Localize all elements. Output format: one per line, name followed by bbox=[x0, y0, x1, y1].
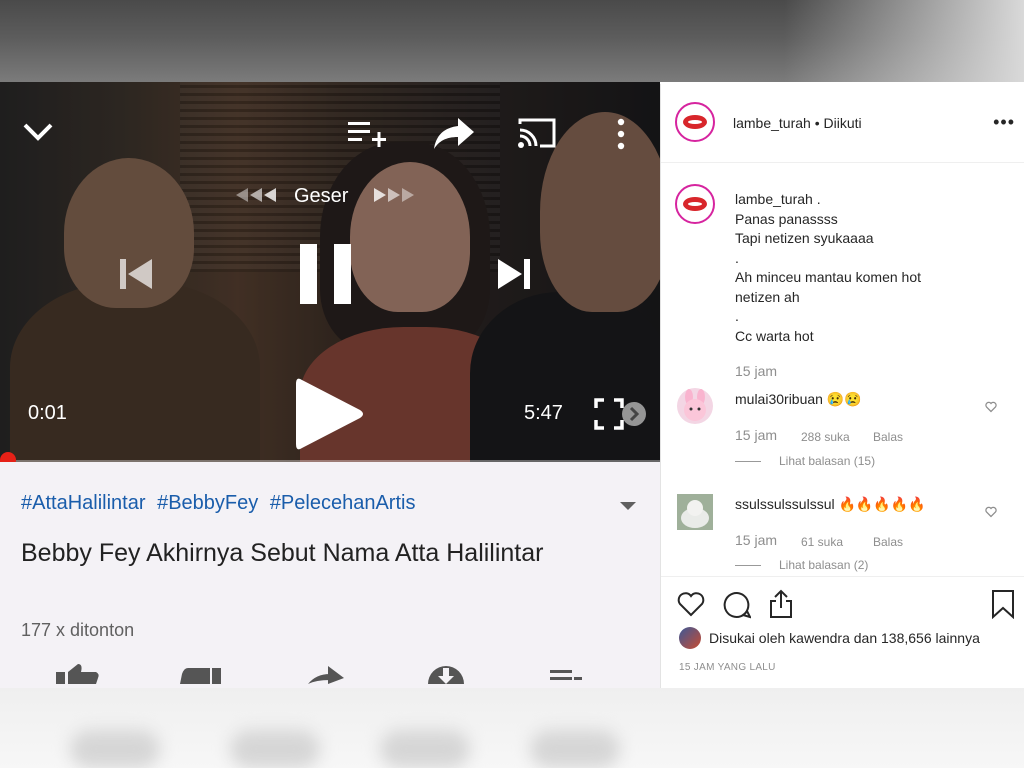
view-replies-button[interactable]: Lihat balasan (15) bbox=[779, 454, 875, 468]
replies-divider bbox=[735, 565, 761, 566]
swipe-hint-label: Geser bbox=[294, 185, 349, 207]
header-separator: • bbox=[810, 115, 824, 131]
avatar[interactable] bbox=[675, 184, 715, 224]
blurred-shape bbox=[230, 730, 320, 768]
skip-next-icon[interactable] bbox=[496, 256, 532, 292]
like-icon[interactable] bbox=[56, 664, 100, 688]
video-action-bar bbox=[0, 664, 660, 688]
caption-time: 15 jam bbox=[735, 363, 778, 379]
post-header: lambe_turah • Diikuti ••• bbox=[661, 84, 1024, 163]
pause-icon[interactable] bbox=[300, 244, 352, 304]
cast-icon[interactable] bbox=[516, 116, 558, 150]
reply-button[interactable]: Balas bbox=[873, 535, 903, 549]
caption-line: . bbox=[816, 191, 821, 207]
playlist-add-icon[interactable] bbox=[348, 120, 386, 150]
commenter-avatar[interactable] bbox=[677, 388, 713, 424]
comment-text: 🔥🔥🔥🔥🔥 bbox=[838, 496, 926, 512]
share-icon[interactable] bbox=[767, 589, 795, 624]
progress-bar[interactable] bbox=[0, 460, 660, 462]
like-comment-icon[interactable] bbox=[985, 400, 997, 413]
download-icon[interactable] bbox=[426, 664, 466, 688]
avatar[interactable] bbox=[675, 102, 715, 142]
caption-line: Panas panassss bbox=[735, 210, 838, 227]
blurred-shape bbox=[70, 730, 160, 768]
liked-by-text[interactable]: Disukai oleh kawendra dan 138,656 lainny… bbox=[709, 630, 980, 646]
expand-description-icon[interactable] bbox=[620, 502, 636, 510]
chevron-down-icon[interactable] bbox=[22, 120, 54, 144]
share-icon[interactable] bbox=[306, 664, 346, 688]
post-header-user: lambe_turah • Diikuti bbox=[733, 115, 862, 131]
reply-button[interactable]: Balas bbox=[873, 430, 903, 444]
progress-scrubber[interactable] bbox=[0, 452, 16, 462]
more-options-icon[interactable]: ••• bbox=[993, 112, 1015, 133]
instagram-post-panel: lambe_turah • Diikuti ••• lambe_turah . … bbox=[660, 84, 1024, 688]
view-count: 177 x ditonton bbox=[21, 620, 135, 640]
more-vert-icon[interactable] bbox=[616, 118, 626, 150]
skip-previous-icon[interactable] bbox=[118, 256, 154, 292]
current-time: 0:01 bbox=[28, 402, 67, 424]
share-arrow-icon[interactable] bbox=[432, 116, 476, 152]
duration: 5:47 bbox=[524, 402, 563, 424]
comment-likes[interactable]: 288 suka bbox=[801, 430, 850, 444]
dislike-icon[interactable] bbox=[178, 664, 222, 688]
caption-line: Tapi netizen syukaaaa bbox=[735, 230, 874, 246]
commenter-avatar[interactable] bbox=[677, 494, 713, 530]
caption-line: Cc warta hot bbox=[735, 327, 814, 344]
caption-username[interactable]: lambe_turah bbox=[735, 191, 813, 207]
youtube-panel: Geser 0:01 5:47 #AttaHalilintar #BebbyFe… bbox=[0, 82, 660, 688]
comment-time: 15 jam bbox=[735, 427, 778, 443]
save-to-playlist-icon[interactable] bbox=[548, 664, 584, 688]
commenter-username[interactable]: ssulssulssulssul bbox=[735, 496, 835, 512]
post-timestamp: 15 JAM YANG LALU bbox=[679, 662, 776, 673]
caption: lambe_turah . Panas panassss Tapi netize… bbox=[735, 190, 921, 346]
rewind-hint-icon bbox=[234, 186, 280, 204]
replies-divider bbox=[735, 461, 761, 462]
fullscreen-icon[interactable] bbox=[594, 398, 648, 430]
caption-line: . bbox=[735, 249, 739, 266]
comment-likes[interactable]: 61 suka bbox=[801, 535, 843, 549]
blurred-shape bbox=[530, 730, 620, 768]
play-icon[interactable] bbox=[296, 376, 366, 452]
liker-avatar[interactable] bbox=[679, 627, 701, 649]
hashtag-link[interactable]: #PelecehanArtis bbox=[270, 492, 416, 514]
caption-line: netizen ah bbox=[735, 288, 800, 305]
video-title: Bebby Fey Akhirnya Sebut Nama Atta Halil… bbox=[21, 539, 544, 567]
like-comment-icon[interactable] bbox=[985, 505, 997, 518]
caption-line: . bbox=[735, 308, 739, 324]
caption-line: Ah minceu mantau komen hot bbox=[735, 269, 921, 285]
bookmark-icon[interactable] bbox=[991, 589, 1015, 624]
hashtag-link[interactable]: #BebbyFey bbox=[157, 492, 258, 514]
post-author-username[interactable]: lambe_turah bbox=[733, 115, 811, 131]
follow-status[interactable]: Diikuti bbox=[824, 115, 862, 131]
video-player[interactable]: Geser 0:01 5:47 bbox=[0, 82, 660, 462]
heart-icon[interactable] bbox=[677, 591, 705, 622]
blurred-top-background bbox=[0, 0, 1024, 82]
hashtag-link[interactable]: #AttaHalilintar bbox=[21, 492, 146, 514]
blurred-shape bbox=[380, 730, 470, 768]
comment-icon[interactable] bbox=[723, 591, 752, 624]
forward-hint-icon bbox=[370, 186, 416, 204]
comment: mulai30ribuan 😢😢 bbox=[735, 391, 862, 408]
commenter-username[interactable]: mulai30ribuan bbox=[735, 391, 823, 407]
hashtag-list: #AttaHalilintar #BebbyFey #PelecehanArti… bbox=[21, 492, 421, 515]
comment-text: 😢😢 bbox=[826, 391, 862, 407]
comment: ssulssulssulssul 🔥🔥🔥🔥🔥 bbox=[735, 496, 926, 513]
view-replies-button[interactable]: Lihat balasan (2) bbox=[779, 558, 868, 572]
lips-logo bbox=[683, 197, 707, 211]
lips-logo bbox=[683, 115, 707, 129]
comment-time: 15 jam bbox=[735, 532, 778, 548]
